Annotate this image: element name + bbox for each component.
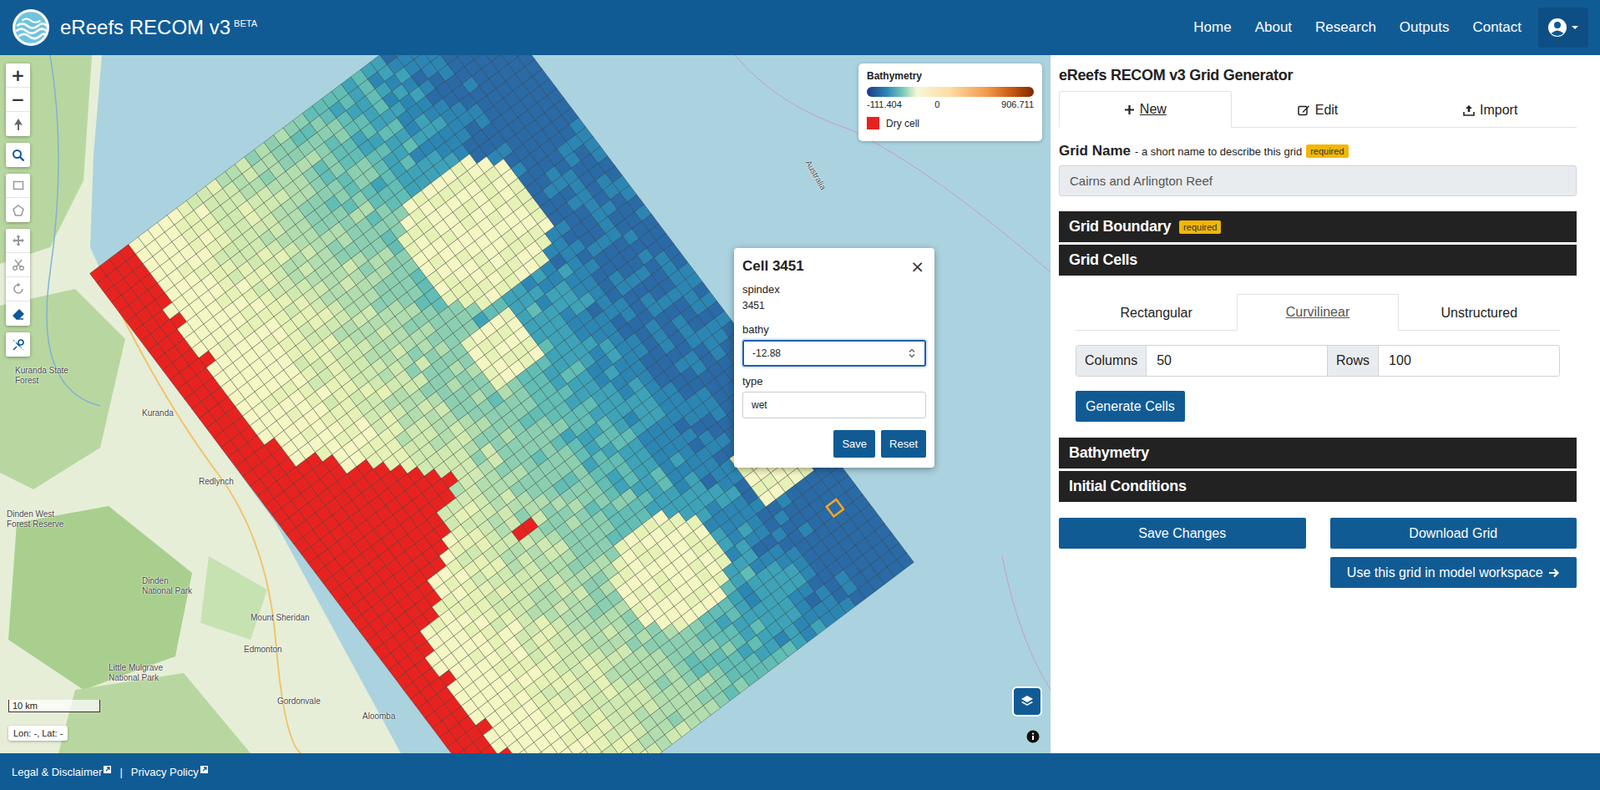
user-icon [1547,17,1568,38]
main-nav: HomeAboutResearchOutputsContact [1181,7,1589,48]
road [116,305,301,754]
nav-link[interactable]: Outputs [1387,19,1462,36]
ereefs-logo-icon [11,8,51,47]
user-menu[interactable] [1538,7,1589,48]
land-area [0,55,401,754]
river [46,55,101,406]
caret-down-icon [1570,23,1580,32]
boundary-line [734,55,1051,273]
main-area: Kuranda State ForestKurandaRedlynchDinde… [0,55,1600,754]
forest-area [8,506,193,690]
sea-area [0,55,1051,754]
top-bar: eReefs RECOM v3BETA HomeAboutResearchOutp… [0,0,1600,56]
nav-link[interactable]: About [1243,19,1304,36]
app-title: eReefs RECOM v3 [60,15,231,40]
map[interactable]: Kuranda State ForestKurandaRedlynchDinde… [0,55,1051,754]
beta-badge: BETA [233,18,258,29]
page: eReefs RECOM v3BETA HomeAboutResearchOutp… [0,0,1600,790]
brand[interactable]: eReefs RECOM v3BETA [11,8,258,47]
forest-area [0,288,126,490]
nav-link[interactable]: Home [1181,19,1243,36]
nav-link[interactable]: Research [1303,19,1388,36]
forest-area [58,673,251,754]
nav-link[interactable]: Contact [1460,19,1534,36]
forest-area [200,556,268,640]
boundary-line [1002,556,1051,690]
forest-area [0,55,92,264]
